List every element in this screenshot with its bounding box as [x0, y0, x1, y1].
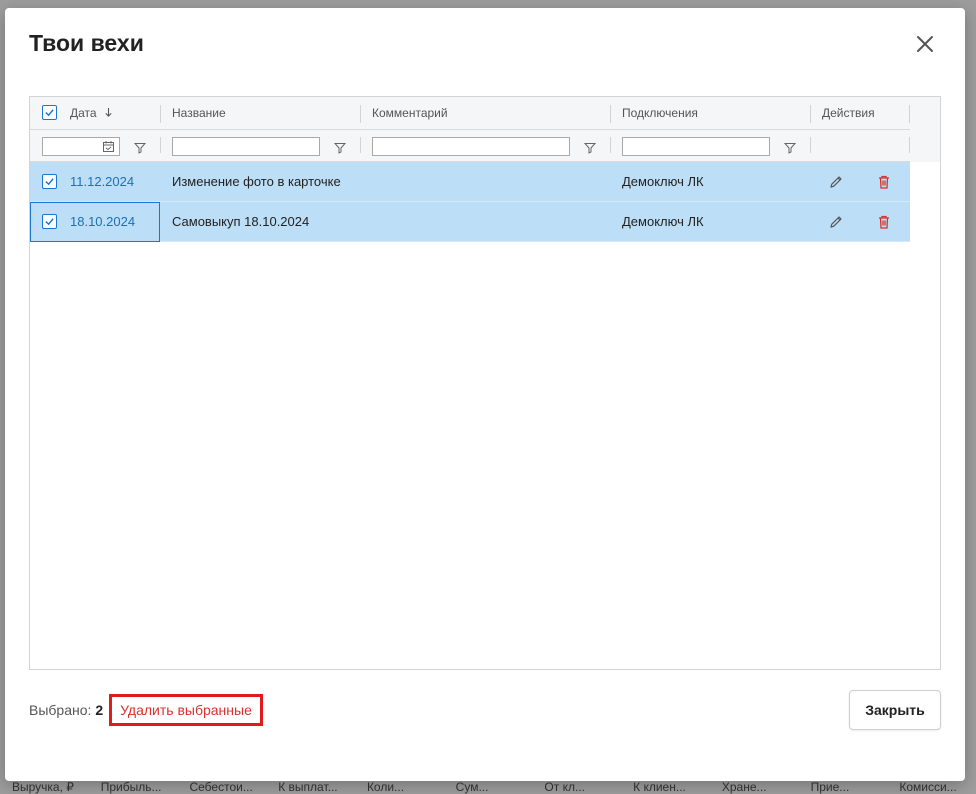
dialog-title: Твои вехи [29, 30, 144, 56]
comment-filter-input[interactable] [372, 137, 570, 156]
filter-row-divider [30, 129, 910, 130]
sort-arrow-down-icon [104, 98, 113, 130]
table-row[interactable]: 18.10.2024 Самовыкуп 18.10.2024 Демоключ… [30, 202, 910, 242]
header-filler [910, 97, 940, 162]
column-separator [610, 137, 611, 153]
column-separator [810, 137, 811, 153]
filter-icon[interactable] [133, 141, 147, 154]
row-checkbox[interactable] [42, 214, 57, 229]
close-button[interactable]: Закрыть [849, 690, 941, 730]
column-separator [360, 137, 361, 153]
filter-icon[interactable] [583, 141, 597, 154]
row-name: Изменение фото в карточке [172, 174, 341, 189]
row-connection: Демоключ ЛК [622, 214, 704, 229]
column-separator[interactable] [360, 105, 361, 123]
delete-trash-icon[interactable] [876, 214, 892, 230]
bg-column: Комисси... [899, 780, 957, 794]
select-all-checkbox[interactable] [42, 105, 57, 120]
connections-filter-input[interactable] [622, 137, 770, 156]
filter-icon[interactable] [783, 141, 797, 154]
bg-column: Прибыль... [100, 780, 162, 794]
bg-column: Себестои... [189, 780, 253, 794]
milestones-grid: Дата Название Комментарий Подключения Де… [29, 96, 941, 670]
bg-column: От кл... [544, 780, 585, 794]
column-separator[interactable] [160, 105, 161, 123]
column-separator [160, 137, 161, 153]
selected-count-label: Выбрано: 2 [29, 702, 104, 718]
grid-header: Дата Название Комментарий Подключения Де… [30, 97, 940, 162]
table-row[interactable]: 11.12.2024 Изменение фото в карточке Дем… [30, 162, 910, 202]
close-icon[interactable] [913, 32, 937, 56]
column-separator[interactable] [610, 105, 611, 123]
filter-icon[interactable] [333, 141, 347, 154]
bg-column: К выплат... [278, 780, 338, 794]
row-date: 11.12.2024 [70, 174, 135, 189]
edit-pencil-icon[interactable] [828, 174, 844, 190]
column-header-actions: Действия [822, 106, 875, 120]
bg-column: Хране... [721, 780, 767, 794]
edit-pencil-icon[interactable] [828, 214, 844, 230]
delete-selected-button[interactable]: Удалить выбранные [109, 694, 263, 726]
name-filter-input[interactable] [172, 137, 320, 156]
column-header-name[interactable]: Название [172, 97, 226, 129]
calendar-icon[interactable] [102, 140, 115, 153]
selected-count: 2 [95, 702, 104, 718]
row-checkbox[interactable] [42, 174, 57, 189]
bg-column: Сум... [455, 780, 489, 794]
column-separator[interactable] [810, 105, 811, 123]
milestones-dialog: Твои вехи Дата Название Комментарий Подк… [5, 8, 965, 781]
column-header-date[interactable]: Дата [70, 97, 113, 129]
background-table-header: Выручка, ₽ Прибыль... Себестои... К выпл… [0, 780, 976, 794]
bg-column: К клиен... [633, 780, 686, 794]
bg-column: Выручка, ₽ [12, 780, 74, 794]
row-name: Самовыкуп 18.10.2024 [172, 214, 310, 229]
row-connection: Демоключ ЛК [622, 174, 704, 189]
bg-column: Прие... [810, 780, 850, 794]
row-date: 18.10.2024 [70, 214, 136, 229]
column-header-comment[interactable]: Комментарий [372, 97, 448, 129]
delete-trash-icon[interactable] [876, 174, 892, 190]
column-header-connections[interactable]: Подключения [622, 97, 698, 129]
bg-column: Коли... [366, 780, 405, 794]
